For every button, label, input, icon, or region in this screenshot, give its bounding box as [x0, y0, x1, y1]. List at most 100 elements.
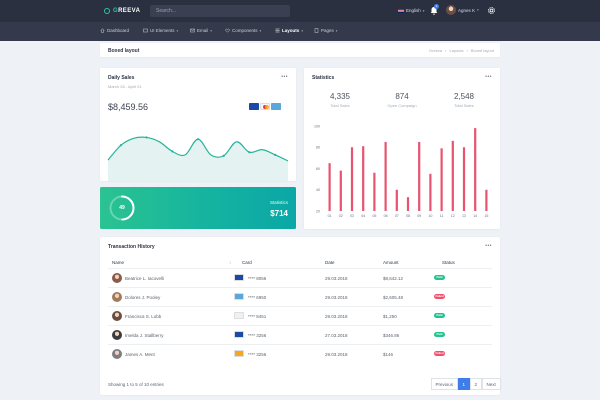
breadcrumb-separator: › [445, 48, 447, 53]
bar[interactable] [440, 148, 443, 211]
column-header-date[interactable]: Date [325, 260, 335, 265]
x-tick-label: 02 [339, 214, 343, 218]
sales-point[interactable] [274, 153, 277, 156]
nav-item-pages[interactable]: Pages ▾ [314, 28, 338, 33]
sales-area [108, 137, 288, 181]
table-row[interactable]: Beatrice L. Iacovelli **** 8056 29.03.2018… [108, 268, 492, 287]
statistics-bar-chart: 20 40 60 80 100 01 02 03 04 05 06 07 08 09 10 11 12 13 14 1… [314, 124, 488, 218]
x-tick-label: 12 [451, 214, 455, 218]
sales-point[interactable] [119, 144, 122, 147]
bar[interactable] [406, 197, 410, 211]
table-row[interactable]: Francisca S. Lobb **** 8451 29.03.2018 $1,2… [108, 306, 492, 325]
notification-badge: 3 [434, 4, 439, 9]
breadcrumb-item[interactable]: Greeva [429, 48, 442, 53]
bar[interactable] [362, 146, 365, 211]
y-tick-label: 40 [316, 188, 320, 192]
sales-point[interactable] [196, 138, 200, 141]
bar[interactable] [339, 170, 342, 211]
layers-icon [143, 28, 148, 33]
chevron-down-icon: ▾ [176, 28, 179, 33]
table-row[interactable]: James A. Ment **** 3256 29.03.2018 $146 Fail… [108, 344, 492, 363]
table-row[interactable]: Dolores J. Pooley **** 6950 29.03.2018 $2,6… [108, 287, 492, 306]
bar[interactable] [350, 147, 354, 211]
page-button-1[interactable]: 1 [457, 378, 471, 390]
sales-point[interactable] [171, 150, 174, 153]
column-header-card[interactable]: Card [242, 260, 252, 265]
chevron-down-icon: ▾ [335, 28, 338, 33]
bar[interactable] [395, 189, 398, 211]
brand-logo[interactable]: GREEVA [104, 6, 140, 16]
sort-icon[interactable]: ↕ [229, 260, 231, 265]
transaction-amount: $1,250 [383, 314, 397, 319]
table-row[interactable]: Imelda J. Stallberry **** 3256 27.03.2018 $… [108, 325, 492, 344]
statistics-widget: 49 Statistics $714 [100, 187, 296, 229]
bar[interactable] [384, 141, 387, 211]
next-button[interactable]: Next [481, 378, 501, 390]
customer-name: Beatrice L. Iacovelli [125, 276, 165, 281]
status-badge: Paid [434, 275, 445, 280]
mail-icon [190, 28, 195, 33]
avatar [112, 292, 122, 302]
flag-icon [398, 8, 404, 13]
x-tick-label: 01 [328, 214, 332, 218]
language-selector[interactable]: English ▾ [398, 8, 425, 13]
card-title: Transaction History [108, 244, 155, 250]
chevron-down-icon: ▾ [422, 8, 425, 13]
amex-icon [234, 293, 244, 300]
bar[interactable] [328, 163, 331, 211]
bar[interactable] [451, 140, 454, 211]
gear-icon[interactable] [487, 6, 496, 15]
bar[interactable] [418, 141, 421, 211]
sales-point[interactable] [222, 154, 225, 157]
breadcrumb-item[interactable]: Layouts [450, 48, 464, 53]
visa-icon [234, 331, 244, 338]
page-title: Boxed layout [108, 47, 140, 54]
daily-sales-card: Daily Sales ••• March 26 - April 01 $8,4… [100, 68, 296, 181]
transaction-amount: $146 [383, 352, 394, 357]
previous-button[interactable]: Previous [430, 378, 459, 390]
sales-point[interactable] [248, 151, 251, 154]
avatar [112, 330, 122, 340]
y-tick-label: 80 [316, 146, 320, 150]
search-input[interactable] [150, 5, 290, 17]
breadcrumb-separator: › [466, 48, 468, 53]
x-tick-label: 13 [462, 214, 466, 218]
bar[interactable] [462, 147, 466, 211]
user-name: Agnes K [458, 7, 476, 13]
user-menu[interactable]: Agnes K ▾ [446, 5, 479, 15]
bar[interactable] [429, 173, 432, 211]
x-tick-label: 07 [395, 214, 399, 218]
page-button-2[interactable]: 2 [469, 378, 483, 390]
logo-icon [104, 8, 110, 14]
nav-item-email[interactable]: Email ▾ [190, 28, 212, 33]
nav-item-components[interactable]: Components ▾ [225, 28, 261, 33]
status-badge: Paid [434, 332, 445, 337]
customer-name: Dolores J. Pooley [125, 295, 161, 300]
column-header-amount[interactable]: Amount [383, 260, 399, 265]
customer-name: Imelda J. Stallberry [125, 333, 164, 338]
nav-item-layouts[interactable]: Layouts ▾ [275, 28, 303, 33]
widget-value: $714 [270, 209, 288, 218]
bar[interactable] [373, 172, 376, 211]
widget-label: Statistics [269, 200, 288, 205]
column-header-status[interactable]: Status [442, 260, 455, 265]
transaction-date: 29.03.2018 [325, 314, 348, 319]
customer-name: James A. Ment [125, 352, 155, 357]
x-tick-label: 08 [406, 214, 410, 218]
transaction-history-card: Transaction History ••• Name ↕ Card Date… [100, 237, 501, 395]
y-tick-label: 20 [316, 209, 320, 213]
more-icon[interactable]: ••• [485, 243, 492, 249]
x-tick-label: 14 [473, 214, 477, 218]
bar[interactable] [485, 189, 488, 211]
x-tick-label: 04 [361, 214, 365, 218]
avatar [446, 5, 456, 15]
x-tick-label: 09 [417, 214, 421, 218]
column-header-name[interactable]: Name [112, 260, 124, 265]
nav-label: Layouts [282, 28, 300, 33]
nav-item-dashboard[interactable]: Dashboard [100, 28, 129, 33]
nav-item-ui-elements[interactable]: UI Elements ▾ [143, 28, 178, 33]
bar[interactable] [474, 128, 477, 211]
chevron-down-icon: ▾ [477, 8, 479, 12]
sales-point[interactable] [145, 136, 148, 139]
y-tick-label: 60 [316, 167, 320, 171]
